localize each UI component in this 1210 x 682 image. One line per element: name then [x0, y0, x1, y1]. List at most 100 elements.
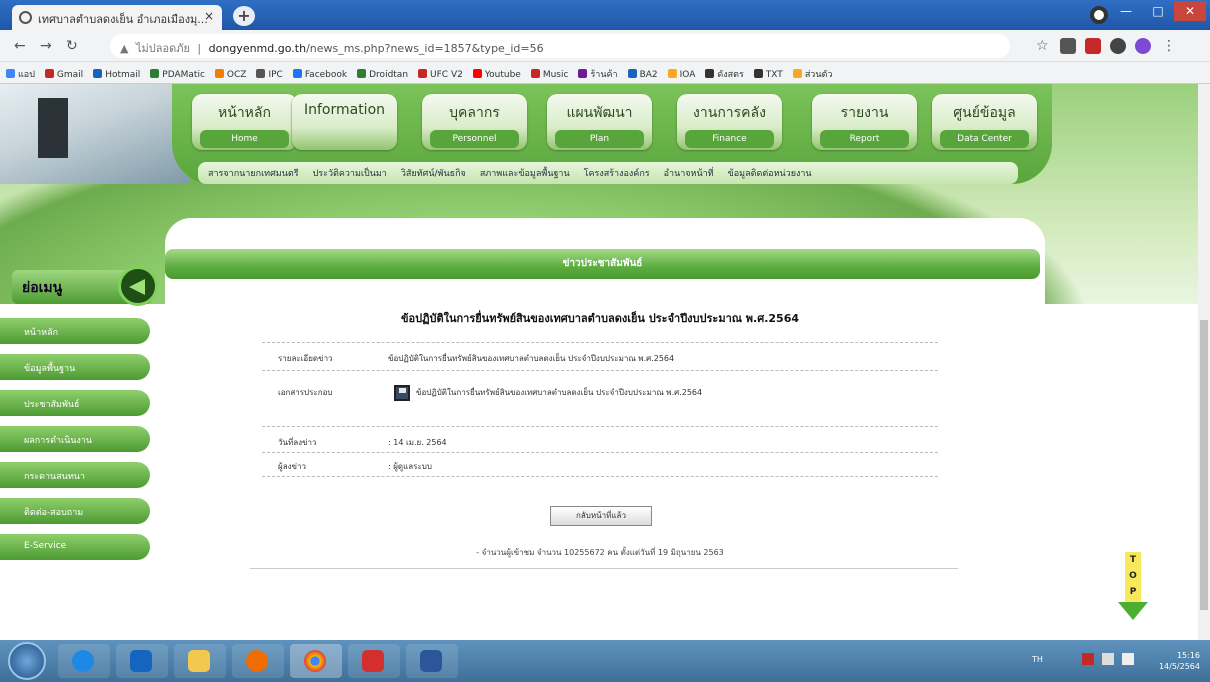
submenu-link[interactable]: โครงสร้างองค์กร	[584, 169, 650, 179]
start-button[interactable]	[8, 642, 46, 680]
chrome-taskbar-icon[interactable]	[290, 644, 342, 678]
header-photo	[0, 84, 190, 184]
bookmark-label: IPC	[268, 70, 283, 80]
side-menu-item[interactable]: กระดานสนทนา	[0, 462, 150, 488]
nav-menu-2[interactable]: บุคลากร Personnel	[422, 94, 527, 150]
nav-menu-3[interactable]: แผนพัฒนา Plan	[547, 94, 652, 150]
nav-menu-4[interactable]: งานการคลัง Finance	[677, 94, 782, 150]
nav-menu-6[interactable]: ศูนย์ข้อมูล Data Center	[932, 94, 1037, 150]
side-menu-title: ย่อเมนู	[22, 280, 63, 296]
submenu-link[interactable]: ประวัติความเป็นมา	[313, 169, 387, 179]
web-page: หน้าหลัก Home Information บุคลากร Personnel แ…	[0, 84, 1198, 640]
firefox-taskbar-icon[interactable]	[232, 644, 284, 678]
floppy-disk-icon[interactable]	[394, 385, 410, 401]
nav-menu-5[interactable]: รายงาน Report	[812, 94, 917, 150]
article-title: ข้อปฏิบัติในการยื่นทรัพย์สินของเทศบาลตำบ…	[400, 312, 800, 325]
clock[interactable]: 15:16 14/5/2564	[1159, 650, 1200, 672]
reload-icon[interactable]: ↻	[66, 38, 78, 54]
more-menu-icon[interactable]: ⋮	[1162, 38, 1176, 54]
bookmark-item[interactable]: PDAMatic	[150, 69, 205, 80]
bookmark-label: ดังสตร	[717, 70, 744, 80]
bookmark-item[interactable]: BA2	[627, 69, 658, 80]
bookmark-item[interactable]: ร้านค้า	[578, 69, 618, 80]
bookmark-icon	[256, 69, 266, 78]
scrollbar-thumb[interactable]	[1200, 320, 1208, 610]
acrobat-taskbar-icon[interactable]	[348, 644, 400, 678]
outlook-taskbar-icon[interactable]	[116, 644, 168, 678]
side-menu-item[interactable]: หน้าหลัก	[0, 318, 150, 344]
collapse-arrow-icon[interactable]	[118, 266, 158, 306]
side-menu-item[interactable]: ข้อมูลพื้นฐาน	[0, 354, 150, 380]
bookmark-item[interactable]: ดังสตร	[705, 69, 744, 80]
profile-icon[interactable]	[1090, 6, 1108, 24]
side-menu-item[interactable]: ผลการดำเนินงาน	[0, 426, 150, 452]
side-menu-item[interactable]: ติดต่อ-สอบถาม	[0, 498, 150, 524]
divider	[262, 426, 938, 427]
submenu-bar: สารจากนายกเทศมนตรี ประวัติความเป็นมา วิสัย…	[198, 162, 1018, 184]
extension-icon[interactable]	[1060, 38, 1076, 54]
divider	[262, 370, 938, 371]
bookmark-item[interactable]: Droidtan	[357, 69, 408, 80]
language-indicator[interactable]: TH	[1032, 655, 1043, 664]
back-arrow-icon[interactable]: ←	[14, 38, 26, 54]
bookmark-label: OCZ	[226, 70, 247, 80]
submenu-link[interactable]: ข้อมูลติดต่อหน่วยงาน	[728, 169, 812, 179]
close-window-icon[interactable]: ✕	[1174, 1, 1206, 21]
bookmark-item[interactable]: Music	[530, 69, 568, 80]
minimize-icon[interactable]: —	[1110, 1, 1142, 21]
star-icon[interactable]: ☆	[1036, 38, 1049, 54]
bookmark-label: Gmail	[56, 70, 84, 80]
nav-menu-subtitle: Finance	[685, 130, 774, 148]
bookmark-item[interactable]: IOA	[667, 69, 695, 80]
submenu-link[interactable]: สารจากนายกเทศมนตรี	[208, 169, 299, 179]
ie-taskbar-icon[interactable]	[58, 644, 110, 678]
network-icon[interactable]	[1082, 653, 1094, 665]
nav-menu-subtitle: Personnel	[430, 130, 519, 148]
maximize-icon[interactable]: □	[1142, 1, 1174, 21]
nav-menu-1[interactable]: Information	[292, 94, 397, 150]
divider	[262, 452, 938, 453]
back-to-top-button[interactable]: TOP	[1118, 552, 1148, 622]
side-menu-item[interactable]: E-Service	[0, 534, 150, 560]
warning-icon: ▲	[120, 42, 129, 55]
bookmark-item[interactable]: Gmail	[44, 69, 84, 80]
side-menu-header[interactable]: ย่อเมนู	[12, 266, 158, 306]
bookmark-icon	[150, 69, 160, 78]
bookmark-item[interactable]: UFC V2	[418, 69, 463, 80]
submenu-link[interactable]: วิสัยทัศน์/พันธกิจ	[401, 169, 466, 179]
submenu-link[interactable]: สภาพและข้อมูลพื้นฐาน	[480, 169, 570, 179]
bookmark-icon	[214, 69, 224, 78]
explorer-taskbar-icon[interactable]	[174, 644, 226, 678]
back-button[interactable]: กลับหน้าที่แล้ว	[550, 506, 652, 526]
volume-icon[interactable]	[1122, 653, 1134, 665]
bookmark-item[interactable]: Hotmail	[93, 69, 140, 80]
bookmark-icon	[357, 69, 367, 78]
word-taskbar-icon[interactable]	[406, 644, 458, 678]
window-controls: — □ ✕	[1110, 0, 1210, 22]
flag-icon[interactable]	[1102, 653, 1114, 665]
forward-arrow-icon[interactable]: →	[40, 38, 52, 54]
browser-tab[interactable]: เทศบาลตำบลดงเย็น อำเภอเมืองมุ... ×	[12, 5, 222, 30]
bookmark-icon	[705, 69, 715, 78]
bookmark-item[interactable]: ส่วนตัว	[792, 69, 832, 80]
bookmarks-bar: แอป Gmail Hotmail PDAMatic OCZ IPC Facebook Dro…	[0, 62, 1210, 84]
submenu-link[interactable]: อำนาจหน้าที่	[664, 169, 714, 179]
bookmark-item[interactable]: Youtube	[472, 69, 521, 80]
address-bar[interactable]: ▲ ไม่ปลอดภัย | dongyenmd.go.th/news_ms.p…	[110, 34, 1010, 58]
pdf-extension-icon[interactable]	[1085, 38, 1101, 54]
system-tray: TH 15:16 14/5/2564	[1020, 640, 1210, 682]
bookmark-item[interactable]: แอป	[6, 69, 35, 80]
bookmark-icon	[627, 69, 637, 78]
avatar[interactable]	[1135, 38, 1151, 54]
bookmark-item[interactable]: IPC	[256, 69, 283, 80]
bookmark-item[interactable]: Facebook	[292, 69, 347, 80]
side-menu-item[interactable]: ประชาสัมพันธ์	[0, 390, 150, 416]
nav-menu-0[interactable]: หน้าหลัก Home	[192, 94, 297, 150]
attachment-link[interactable]: ข้อปฏิบัติในการยื่นทรัพย์สินของเทศบาลตำบ…	[416, 386, 702, 399]
bookmark-item[interactable]: TXT	[753, 69, 783, 80]
bookmark-item[interactable]: OCZ	[214, 69, 247, 80]
field-label-detail: รายละเอียดข่าว	[278, 354, 333, 363]
new-tab-button[interactable]: +	[233, 6, 255, 26]
puzzle-icon[interactable]	[1110, 38, 1126, 54]
tab-close-button[interactable]: ×	[204, 9, 214, 23]
